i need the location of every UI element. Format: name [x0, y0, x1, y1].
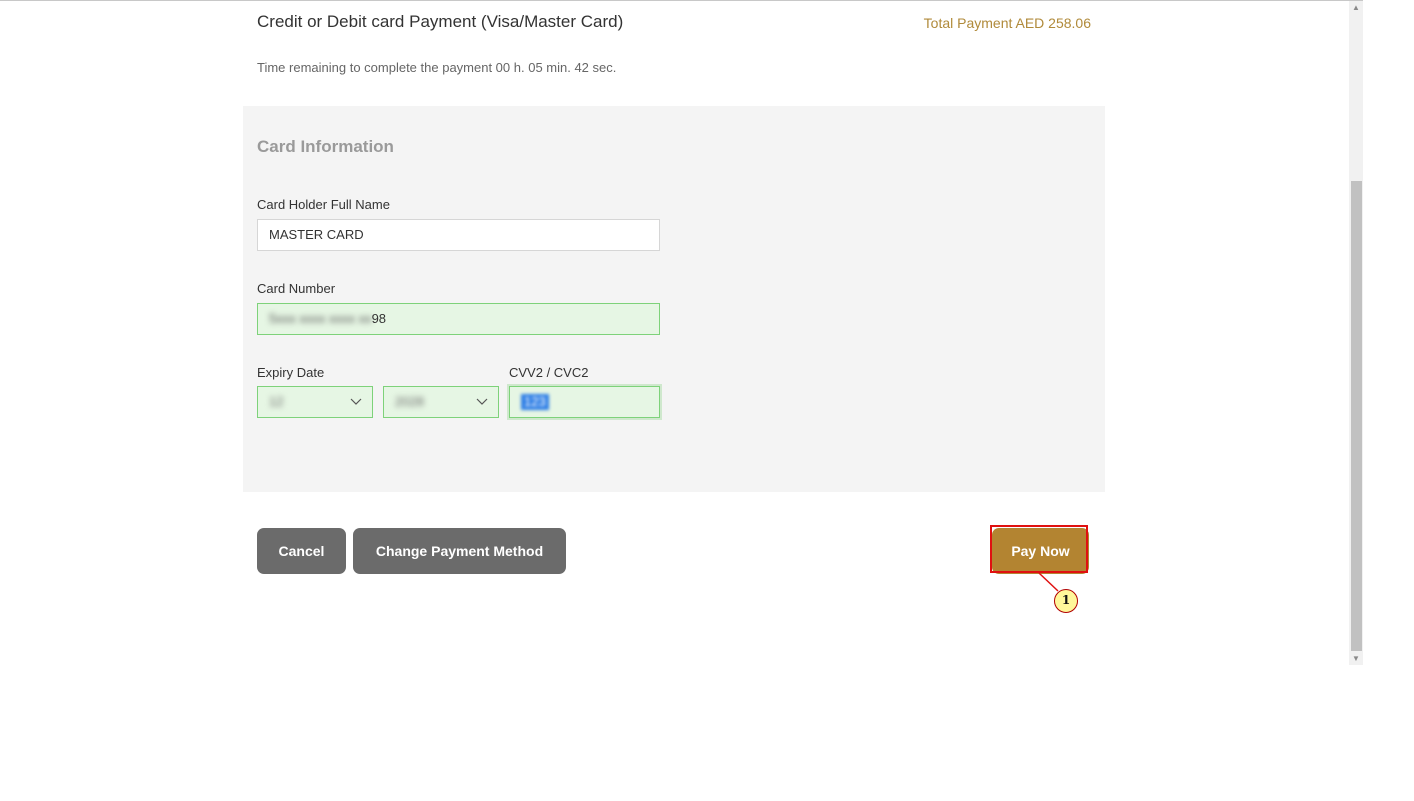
- expiry-month-select[interactable]: 12: [257, 386, 373, 418]
- card-information-panel: Card Information Card Holder Full Name M…: [243, 106, 1105, 492]
- card-number-input[interactable]: 5xxx xxxx xxxx xx98: [257, 303, 660, 335]
- scroll-down-arrow-icon[interactable]: ▼: [1349, 652, 1363, 665]
- holder-name-input[interactable]: MASTER CARD: [257, 219, 660, 251]
- pay-now-button[interactable]: Pay Now: [992, 528, 1089, 574]
- scroll-up-arrow-icon[interactable]: ▲: [1349, 1, 1363, 15]
- scrollbar-thumb[interactable]: [1351, 181, 1362, 651]
- time-remaining: Time remaining to complete the payment 0…: [257, 60, 617, 75]
- card-number-label: Card Number: [257, 281, 336, 296]
- expiry-date-label: Expiry Date: [257, 365, 325, 380]
- expiry-month-value: 12: [269, 394, 284, 409]
- section-title: Card Information: [257, 137, 394, 156]
- cvv-value: 123: [521, 394, 549, 410]
- cvv-label: CVV2 / CVC2: [509, 365, 589, 380]
- page-viewport: Credit or Debit card Payment (Visa/Maste…: [0, 0, 1363, 665]
- expiry-year-value: 2028: [395, 394, 424, 409]
- chevron-down-icon: [350, 398, 362, 405]
- holder-name-label: Card Holder Full Name: [257, 197, 390, 212]
- step-marker: 1: [1054, 589, 1078, 613]
- chevron-down-icon: [476, 398, 488, 405]
- change-payment-method-button[interactable]: Change Payment Method: [353, 528, 566, 574]
- expiry-year-select[interactable]: 2028: [383, 386, 499, 418]
- card-number-suffix: 98: [371, 311, 387, 326]
- page-title: Credit or Debit card Payment (Visa/Maste…: [257, 12, 624, 31]
- card-number-masked: 5xxx xxxx xxxx xx: [269, 311, 372, 326]
- total-payment: Total Payment AED 258.06: [923, 15, 1091, 31]
- cancel-button[interactable]: Cancel: [257, 528, 346, 574]
- cvv-input[interactable]: 123: [509, 386, 660, 418]
